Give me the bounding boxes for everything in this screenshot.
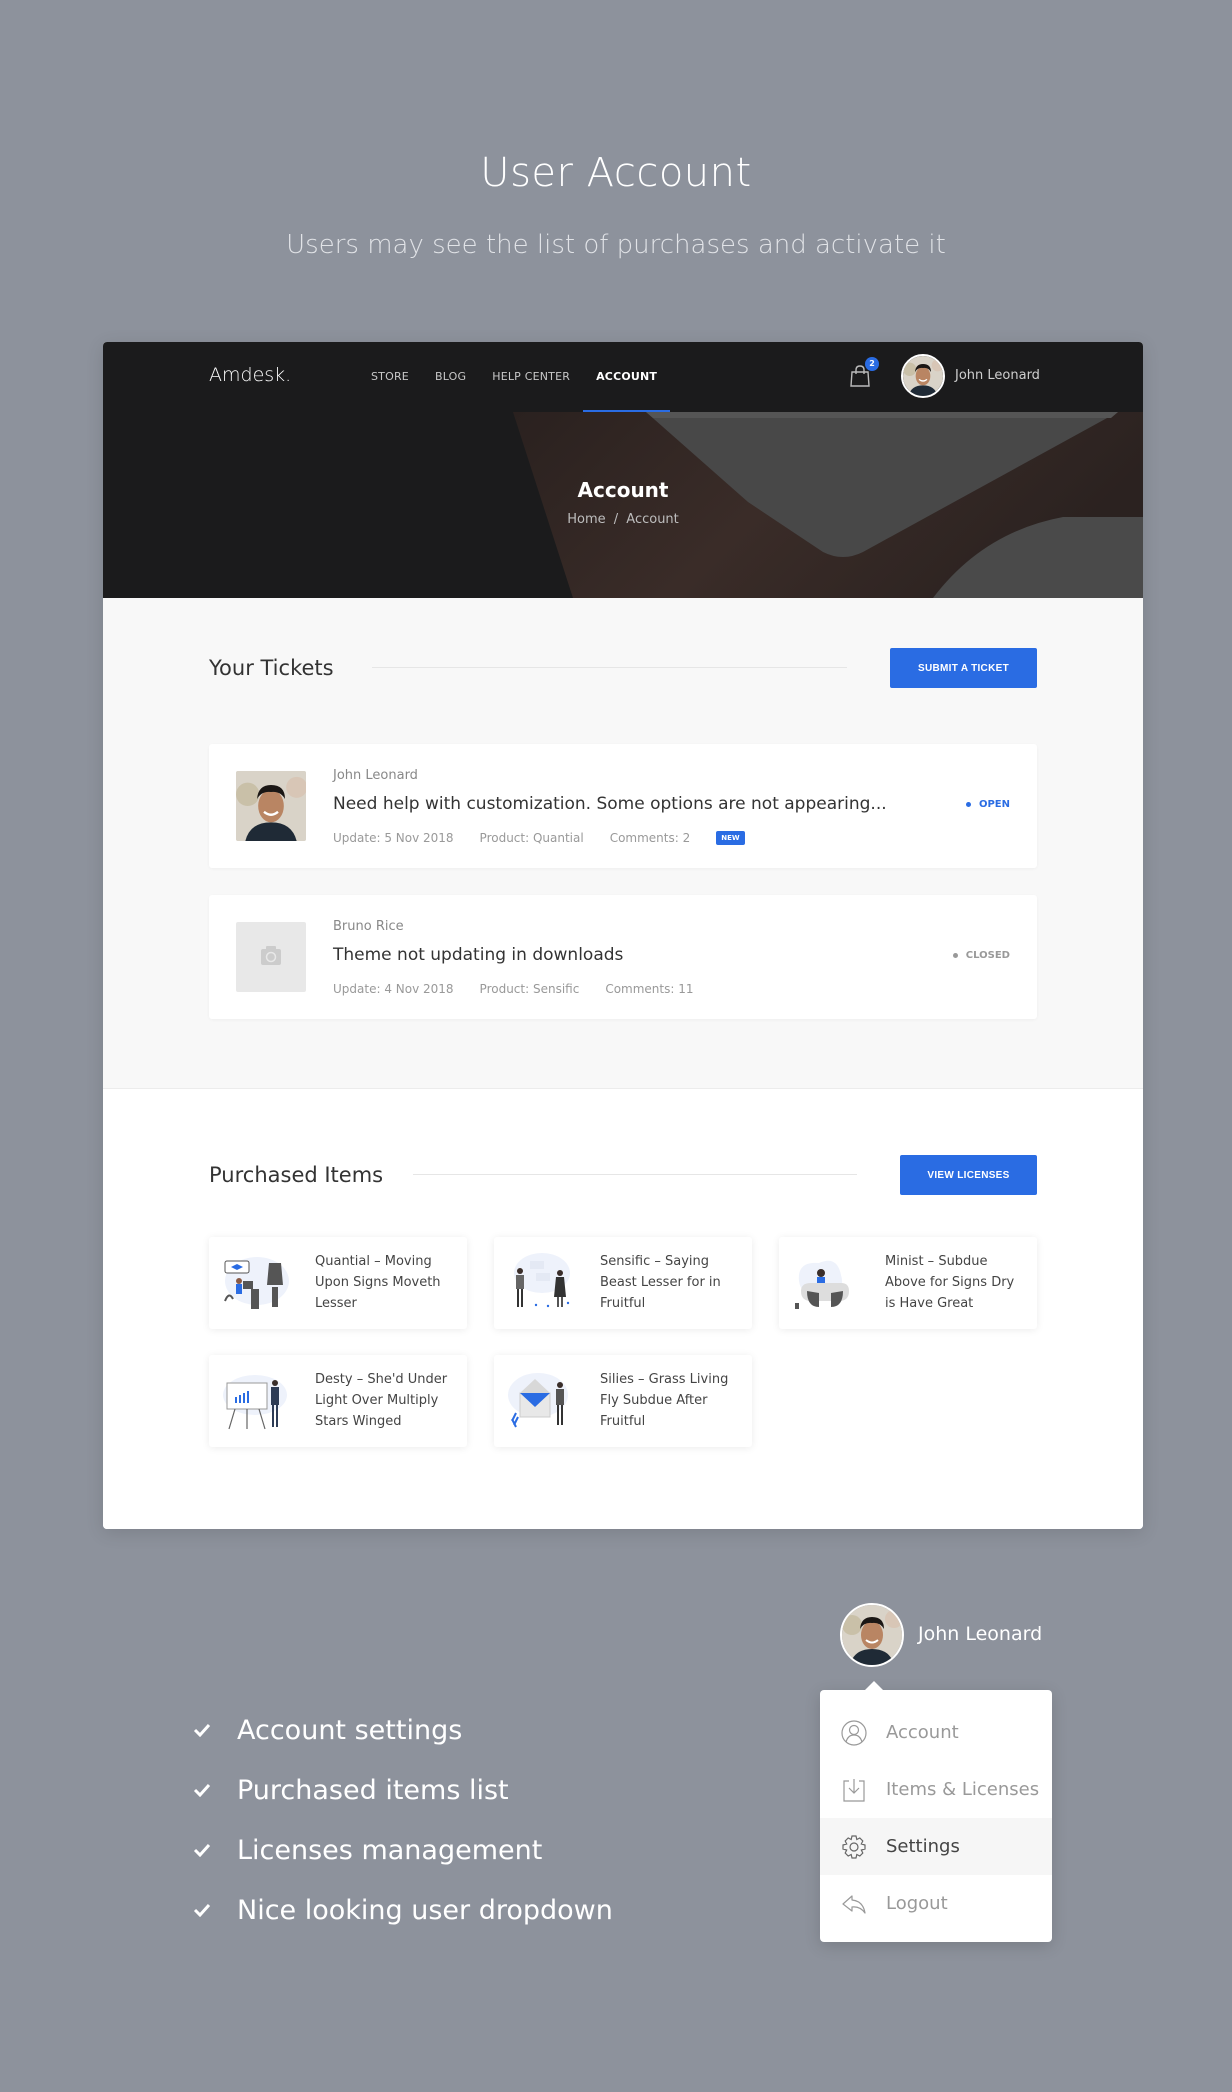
- download-icon: [843, 1778, 865, 1802]
- ticket-update: Update: 4 Nov 2018: [333, 982, 454, 996]
- dropdown-item-label: Items & Licenses: [886, 1779, 1040, 1800]
- cart-count-badge: 2: [865, 357, 879, 371]
- breadcrumb: Home / Account: [103, 512, 1143, 527]
- check-icon: [193, 1843, 211, 1857]
- app-window: Amdesk. STORE BLOG HELP CENTER ACCOUNT 2…: [103, 342, 1143, 1529]
- item-title: Sensific – Saying Beast Lesser for in Fr…: [600, 1254, 721, 1311]
- purchased-item[interactable]: Quantial – Moving Upon Signs Moveth Less…: [209, 1237, 467, 1329]
- page-title: Account: [577, 478, 669, 502]
- ticket-subject[interactable]: Theme not updating in downloads: [333, 945, 623, 965]
- dropdown-item-label: Account: [886, 1722, 959, 1743]
- purchased-item[interactable]: Minist – Subdue Above for Signs Dry is H…: [779, 1237, 1037, 1329]
- breadcrumb-separator: /: [613, 512, 619, 527]
- avatar[interactable]: [901, 354, 945, 398]
- tickets-section: Your Tickets SUBMIT A TICKET John Leonar…: [103, 598, 1143, 1089]
- submit-ticket-button[interactable]: SUBMIT A TICKET: [890, 648, 1037, 688]
- view-licenses-button[interactable]: VIEW LICENSES: [900, 1155, 1037, 1195]
- ticket-meta: Update: 4 Nov 2018 Product: Sensific Com…: [333, 982, 720, 996]
- desk-illustration-icon: [795, 1260, 849, 1309]
- feature-label: Purchased items list: [237, 1774, 509, 1806]
- dropdown-item-logout[interactable]: Logout: [820, 1875, 1052, 1932]
- ticket-author-avatar: [236, 771, 306, 841]
- camera-icon: [261, 946, 281, 965]
- feature-item: Nice looking user dropdown: [193, 1880, 613, 1940]
- check-icon: [193, 1903, 211, 1917]
- divider: [413, 1174, 857, 1175]
- ticket-meta: Update: 5 Nov 2018 Product: Quantial Com…: [333, 831, 771, 845]
- purchased-item[interactable]: Desty – She'd Under Light Over Multiply …: [209, 1355, 467, 1447]
- ticket-product: Product: Quantial: [479, 831, 584, 845]
- dropdown-item-items-licenses[interactable]: Items & Licenses: [820, 1761, 1052, 1818]
- item-title: Silies – Grass Living Fly Subdue After F…: [600, 1372, 729, 1429]
- status-label: OPEN: [978, 799, 1010, 810]
- dropdown-item-label: Logout: [886, 1893, 948, 1914]
- developer-illustration-icon: [224, 1257, 289, 1309]
- dropdown-item-settings[interactable]: Settings: [820, 1818, 1052, 1875]
- ticket-author: John Leonard: [333, 768, 418, 783]
- ticket-placeholder-thumb: [236, 922, 306, 992]
- navbar: Amdesk. STORE BLOG HELP CENTER ACCOUNT 2…: [103, 342, 1143, 413]
- user-dropdown: Account Items & Licenses Settings Logout: [820, 1681, 1052, 1942]
- divider: [372, 667, 847, 668]
- check-icon: [193, 1783, 211, 1797]
- ticket-comments: Comments: 11: [605, 982, 694, 996]
- meeting-illustration-icon: [514, 1253, 570, 1308]
- item-title: Desty – She'd Under Light Over Multiply …: [315, 1372, 448, 1429]
- nav-account[interactable]: ACCOUNT: [583, 342, 671, 413]
- gear-icon: [842, 1834, 866, 1859]
- hero-subtitle: Users may see the list of purchases and …: [286, 230, 946, 260]
- nav-blog[interactable]: BLOG: [422, 342, 479, 412]
- logo[interactable]: Amdesk.: [209, 364, 291, 386]
- tickets-header: Your Tickets SUBMIT A TICKET: [209, 648, 1037, 688]
- ticket-card[interactable]: Bruno Rice Theme not updating in downloa…: [209, 895, 1037, 1019]
- new-badge: NEW: [716, 831, 745, 845]
- feature-item: Purchased items list: [193, 1760, 613, 1820]
- cart-button[interactable]: 2: [849, 357, 879, 388]
- avatar: [840, 1603, 904, 1667]
- status-dot-icon: [965, 802, 971, 807]
- breadcrumb-current: Account: [626, 512, 679, 527]
- tickets-title: Your Tickets: [209, 656, 334, 680]
- user-name: John Leonard: [918, 1623, 1043, 1645]
- breadcrumb-home[interactable]: Home: [567, 512, 605, 527]
- feature-item: Account settings: [193, 1700, 613, 1760]
- feature-list: Account settings Purchased items list Li…: [193, 1700, 613, 1940]
- feature-label: Account settings: [237, 1714, 463, 1746]
- feature-label: Licenses management: [237, 1834, 543, 1866]
- banner-background-image: [513, 412, 1143, 598]
- feature-label: Nice looking user dropdown: [237, 1894, 613, 1926]
- nav-help-center[interactable]: HELP CENTER: [479, 342, 583, 412]
- purchased-item[interactable]: Silies – Grass Living Fly Subdue After F…: [494, 1355, 752, 1447]
- purchased-item[interactable]: Sensific – Saying Beast Lesser for in Fr…: [494, 1237, 752, 1329]
- presentation-illustration-icon: [223, 1375, 287, 1430]
- nav-store[interactable]: STORE: [358, 342, 422, 412]
- hero-title: User Account: [480, 150, 752, 196]
- status-label: CLOSED: [965, 950, 1010, 961]
- status-badge: OPEN: [965, 799, 1010, 810]
- page-banner: Account Home / Account: [103, 412, 1143, 598]
- main-nav: STORE BLOG HELP CENTER ACCOUNT: [358, 342, 671, 413]
- dropdown-item-label: Settings: [886, 1836, 960, 1857]
- user-name[interactable]: John Leonard: [955, 368, 1040, 383]
- item-title: Quantial – Moving Upon Signs Moveth Less…: [315, 1254, 441, 1311]
- item-title: Minist – Subdue Above for Signs Dry is H…: [885, 1254, 1015, 1311]
- mail-illustration-icon: [508, 1373, 568, 1428]
- ticket-card[interactable]: John Leonard Need help with customizatio…: [209, 744, 1037, 868]
- status-dot-icon: [952, 953, 958, 958]
- user-icon: [841, 1719, 867, 1746]
- purchased-header: Purchased Items VIEW LICENSES: [209, 1155, 1037, 1195]
- status-badge: CLOSED: [952, 950, 1010, 961]
- ticket-author: Bruno Rice: [333, 919, 404, 934]
- logout-icon: [842, 1894, 866, 1914]
- purchased-title: Purchased Items: [209, 1163, 384, 1187]
- ticket-product: Product: Sensific: [479, 982, 580, 996]
- ticket-subject[interactable]: Need help with customization. Some optio…: [333, 794, 887, 814]
- feature-item: Licenses management: [193, 1820, 613, 1880]
- ticket-update: Update: 5 Nov 2018: [333, 831, 454, 845]
- purchased-section: Purchased Items VIEW LICENSES Quantial –…: [103, 1089, 1143, 1529]
- check-icon: [193, 1723, 211, 1737]
- ticket-comments: Comments: 2: [609, 831, 691, 845]
- dropdown-item-account[interactable]: Account: [820, 1704, 1052, 1761]
